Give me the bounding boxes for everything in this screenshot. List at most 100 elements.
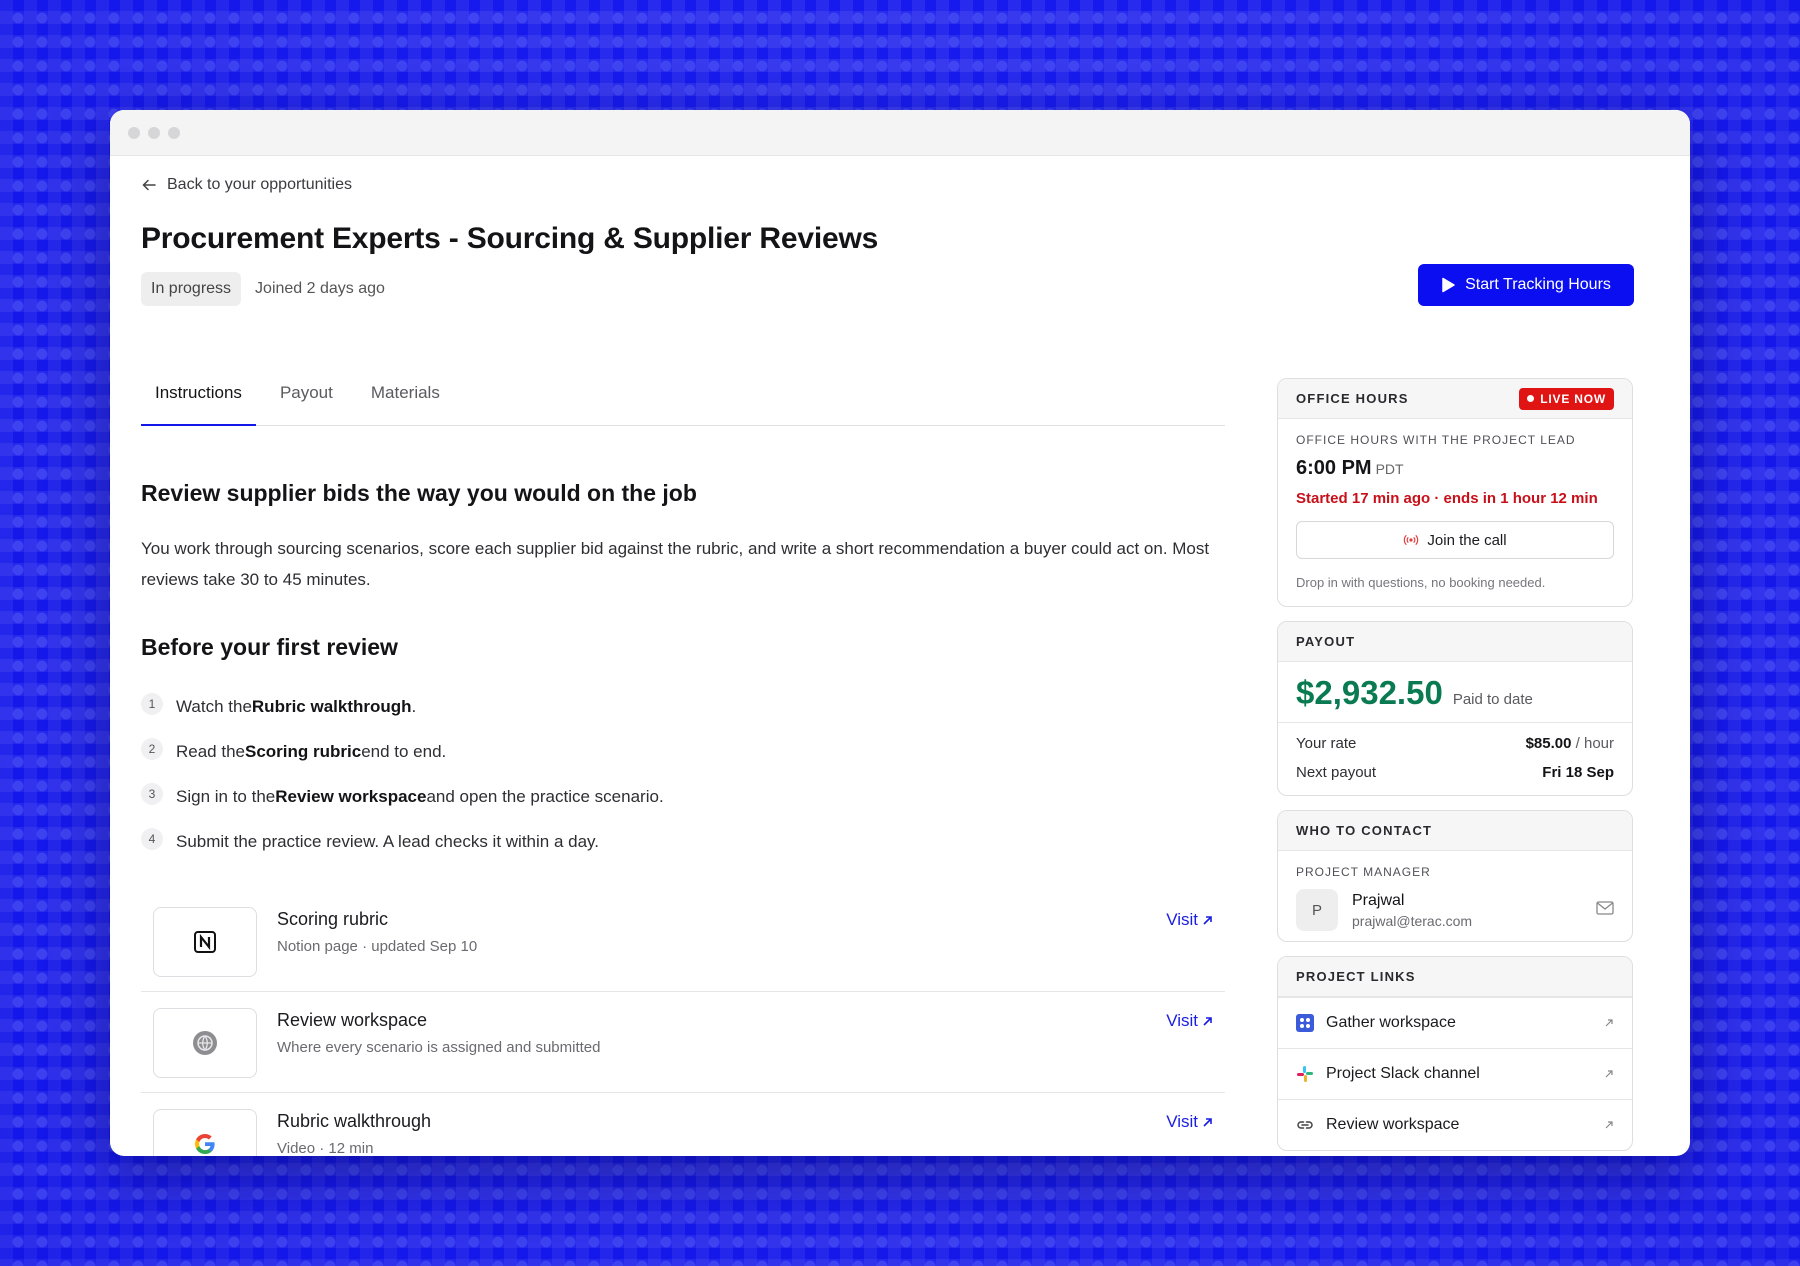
tab-materials-label: Materials: [370, 383, 440, 402]
step-text: Read the: [176, 741, 245, 761]
back-link[interactable]: Back to your opportunities: [141, 176, 352, 194]
link-gather-workspace[interactable]: Gather workspace: [1278, 997, 1632, 1048]
external-arrow-icon: [1203, 1117, 1212, 1127]
sidebar: OFFICE HOURS LIVE NOW OFFICE HOURS WITH …: [1277, 378, 1633, 1156]
step-number: 2: [141, 737, 163, 760]
tab-instructions-label: Instructions: [155, 383, 242, 402]
payout-card: PAYOUT $2,932.50 Paid to date Your rate …: [1277, 621, 1633, 796]
tab-materials[interactable]: Materials: [357, 381, 454, 426]
visit-label: Visit: [1166, 1112, 1198, 1131]
visit-label: Visit: [1166, 910, 1198, 929]
payout-amount: $2,932.50: [1296, 674, 1443, 711]
link-label: Review workspace: [1326, 1116, 1460, 1133]
external-arrow-icon: [1203, 1016, 1212, 1026]
external-arrow-icon: [1203, 915, 1212, 925]
joined-text: Joined 2 days ago: [255, 280, 385, 297]
resource-row: Review workspace Where every scenario is…: [141, 992, 1225, 1093]
rate-value: $85.00: [1525, 735, 1572, 752]
start-tracking-label: Start Tracking Hours: [1465, 276, 1611, 293]
resource-title: Review workspace: [277, 1010, 428, 1030]
office-hours-subheader: OFFICE HOURS WITH THE PROJECT LEAD: [1296, 433, 1576, 447]
broadcast-icon: [1404, 534, 1419, 546]
visit-label: Visit: [1166, 1011, 1198, 1030]
instructions-heading: Review supplier bids the way you would o…: [141, 480, 697, 506]
external-arrow-icon: [1605, 1070, 1613, 1078]
visit-link[interactable]: Visit: [1166, 910, 1213, 930]
payout-amount-label: Paid to date: [1452, 691, 1533, 708]
step-item: 2 Read the Scoring rubric end to end.: [141, 729, 664, 774]
project-links-header: PROJECT LINKS: [1278, 957, 1632, 997]
slack-icon: [1297, 1066, 1313, 1082]
instructions-body: You work through sourcing scenarios, sco…: [141, 539, 1210, 589]
link-icon: [1297, 1121, 1313, 1129]
step-text-end: and open the practice scenario.: [426, 786, 664, 806]
tab-payout-label: Payout: [279, 383, 333, 402]
contact-name: Prajwal: [1352, 891, 1405, 909]
back-link-label: Back to your opportunities: [167, 176, 352, 193]
payout-details: Your rate $85.00 / hour Next payout Fri …: [1278, 723, 1632, 795]
steps-heading: Before your first review: [141, 634, 398, 660]
resource-row: Rubric walkthrough Video · 12 min Visit: [141, 1093, 1225, 1156]
window-control-maximize[interactable]: [168, 126, 180, 139]
visit-link[interactable]: Visit: [1166, 1011, 1213, 1031]
resource-thumb: [153, 1008, 257, 1078]
resource-subtitle: Notion page · updated Sep 10: [277, 938, 478, 955]
notion-icon: [194, 931, 216, 953]
google-icon: [195, 1134, 215, 1154]
window-control-close[interactable]: [128, 126, 140, 139]
next-payout-value: Fri 18 Sep: [1542, 764, 1614, 781]
steps-list: 1 Watch the Rubric walkthrough. 2 Read t…: [141, 684, 664, 864]
rate-label: Your rate: [1296, 735, 1357, 752]
step-emphasis: Review workspace: [275, 786, 427, 806]
time-zone: PDT: [1375, 461, 1404, 477]
contact-title: WHO TO CONTACT: [1296, 823, 1433, 838]
office-hours-status: Started 17 min ago · ends in 1 hour 12 m…: [1296, 490, 1598, 507]
rate-value-group: $85.00 / hour: [1526, 735, 1614, 752]
link-label: Gather workspace: [1326, 1014, 1456, 1031]
step-text: Watch the: [176, 696, 252, 716]
contact-info: Prajwal prajwal@terac.com: [1352, 892, 1472, 929]
live-badge: LIVE NOW: [1519, 387, 1614, 410]
contact-person: P Prajwal prajwal@terac.com: [1296, 889, 1614, 931]
office-hours-header: OFFICE HOURS LIVE NOW: [1278, 379, 1632, 419]
office-hours-body: OFFICE HOURS WITH THE PROJECT LEAD 6:00 …: [1278, 419, 1632, 606]
contact-email: prajwal@terac.com: [1352, 912, 1473, 929]
resource-list: Scoring rubric Notion page · updated Sep…: [141, 891, 1225, 1156]
resource-title: Rubric walkthrough: [277, 1111, 432, 1131]
resource-title: Scoring rubric: [277, 909, 389, 929]
window-control-minimize[interactable]: [148, 126, 160, 139]
tab-payout[interactable]: Payout: [266, 381, 347, 426]
visit-link[interactable]: Visit: [1166, 1112, 1213, 1132]
link-slack-channel[interactable]: Project Slack channel: [1278, 1048, 1632, 1099]
office-hours-time: 6:00 PM PDT: [1296, 457, 1614, 480]
status-badge: In progress: [141, 272, 242, 306]
external-arrow-icon: [1605, 1121, 1613, 1129]
join-call-button[interactable]: Join the call: [1296, 521, 1614, 559]
rate-unit: / hour: [1575, 735, 1614, 752]
globe-icon: [193, 1031, 217, 1055]
link-review-workspace[interactable]: Review workspace: [1278, 1099, 1632, 1150]
project-links-title: PROJECT LINKS: [1296, 969, 1416, 984]
tab-instructions[interactable]: Instructions: [141, 381, 256, 426]
mail-icon[interactable]: [1596, 901, 1614, 915]
contact-header: WHO TO CONTACT: [1278, 811, 1632, 851]
payout-title: PAYOUT: [1296, 634, 1356, 649]
external-arrow-icon: [1605, 1019, 1613, 1027]
app-window: Back to your opportunities Procurement E…: [110, 110, 1690, 1156]
step-text: Sign in to the: [176, 786, 276, 806]
step-emphasis: Rubric walkthrough: [251, 696, 412, 716]
start-tracking-button[interactable]: Start Tracking Hours: [1418, 264, 1634, 306]
resource-thumb: [153, 1109, 257, 1156]
live-badge-label: LIVE NOW: [1540, 391, 1606, 406]
step-text: Submit the practice review. A lead check…: [176, 831, 600, 851]
step-number: 1: [141, 692, 163, 715]
arrow-left-icon: [142, 179, 156, 191]
page-title: Procurement Experts - Sourcing & Supplie…: [141, 222, 879, 255]
link-label: Project Slack channel: [1326, 1065, 1480, 1082]
step-text-end: end to end.: [361, 741, 447, 761]
contact-role: PROJECT MANAGER: [1296, 865, 1431, 879]
office-hours-card: OFFICE HOURS LIVE NOW OFFICE HOURS WITH …: [1277, 378, 1633, 607]
live-dot-icon: [1527, 395, 1535, 402]
resource-thumb: [153, 907, 257, 977]
step-item: 4 Submit the practice review. A lead che…: [141, 819, 664, 864]
